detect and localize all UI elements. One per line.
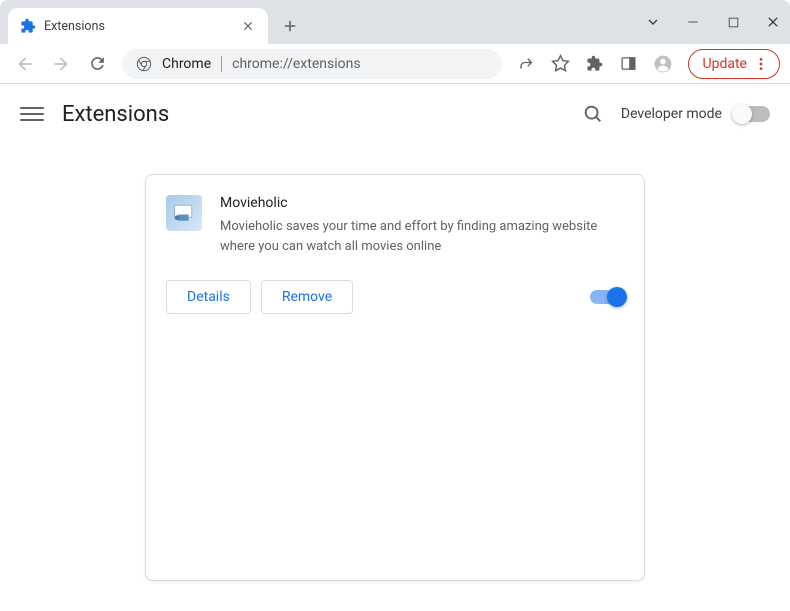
extensions-header: Extensions Developer mode (0, 84, 790, 144)
extension-card: Movieholic Movieholic saves your time an… (145, 174, 645, 581)
chevron-down-icon (645, 14, 661, 30)
close-icon (765, 14, 781, 30)
share-icon (518, 55, 536, 73)
side-panel-button[interactable] (614, 49, 644, 79)
star-icon (551, 54, 570, 73)
puzzle-icon (586, 55, 603, 72)
search-button[interactable] (575, 96, 611, 132)
profile-icon (653, 54, 673, 74)
close-window-button[interactable] (764, 13, 782, 31)
page-title: Extensions (62, 102, 575, 127)
chrome-icon (136, 56, 152, 72)
maximize-icon (727, 16, 740, 29)
close-icon (241, 19, 255, 33)
menu-button[interactable] (20, 102, 44, 126)
extension-name: Movieholic (220, 195, 624, 211)
reload-button[interactable] (82, 49, 112, 79)
hamburger-icon (20, 107, 44, 109)
tab-strip: Extensions (0, 0, 790, 44)
remove-button[interactable]: Remove (261, 280, 353, 314)
extension-description: Movieholic saves your time and effort by… (220, 217, 624, 256)
search-icon (582, 103, 604, 125)
details-button[interactable]: Details (166, 280, 251, 314)
developer-mode-label: Developer mode (621, 106, 722, 122)
omnibox-url: chrome://extensions (232, 56, 487, 72)
omnibox-divider (221, 56, 222, 72)
omnibox[interactable]: Chrome chrome://extensions (122, 49, 502, 79)
plus-icon (281, 17, 299, 35)
dropdown-button[interactable] (644, 13, 662, 31)
extensions-content: Movieholic Movieholic saves your time an… (0, 144, 790, 611)
side-panel-icon (620, 55, 637, 72)
new-tab-button[interactable] (276, 12, 304, 40)
extension-enable-toggle[interactable] (590, 290, 624, 304)
extension-icon (166, 195, 202, 231)
extensions-button[interactable] (580, 49, 610, 79)
update-button[interactable]: Update (688, 49, 780, 79)
omnibox-chrome-label: Chrome (162, 56, 211, 72)
arrow-back-icon (15, 54, 35, 74)
movieholic-icon (170, 199, 198, 227)
share-button[interactable] (512, 49, 542, 79)
maximize-button[interactable] (724, 13, 742, 31)
forward-button[interactable] (46, 49, 76, 79)
developer-mode-toggle[interactable] (734, 106, 770, 122)
extension-puzzle-icon (20, 18, 36, 34)
minimize-button[interactable] (684, 13, 702, 31)
more-vert-icon (753, 56, 769, 72)
tab-close-button[interactable] (240, 18, 256, 34)
minimize-icon (686, 15, 700, 29)
reload-icon (88, 54, 107, 73)
arrow-forward-icon (51, 54, 71, 74)
bookmark-button[interactable] (546, 49, 576, 79)
profile-button[interactable] (648, 49, 678, 79)
update-label: Update (703, 56, 747, 72)
back-button[interactable] (10, 49, 40, 79)
browser-tab[interactable]: Extensions (8, 8, 268, 44)
tab-title: Extensions (44, 19, 240, 34)
toolbar: Chrome chrome://extensions Update (0, 44, 790, 84)
